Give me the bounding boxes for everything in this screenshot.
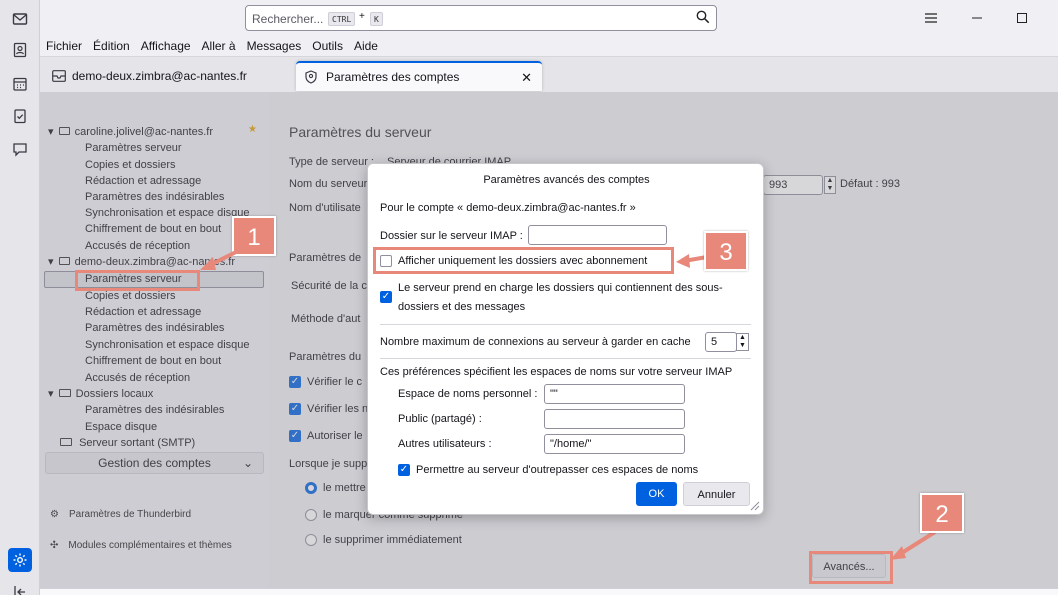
callout-arrows: [200, 249, 937, 560]
highlight-advanced-button: [809, 551, 893, 584]
highlight-only-subscribed: [373, 247, 674, 274]
callout-2: 2: [920, 493, 964, 533]
callout-3: 3: [704, 231, 748, 271]
